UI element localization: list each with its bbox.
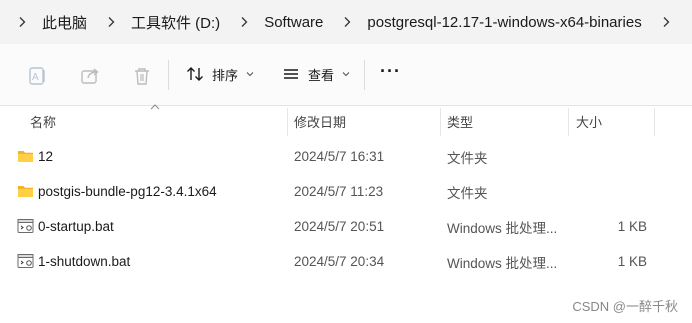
folder-icon bbox=[18, 151, 33, 162]
column-header-name[interactable]: 名称 bbox=[30, 106, 56, 136]
view-label: 查看 bbox=[308, 67, 335, 83]
file-name: 12 bbox=[38, 149, 54, 164]
view-list-icon bbox=[284, 69, 298, 79]
chevron-right-icon[interactable] bbox=[16, 16, 28, 28]
chevron-right-icon[interactable] bbox=[341, 16, 353, 28]
toolbar-separator bbox=[364, 60, 365, 90]
chevron-right-icon[interactable] bbox=[105, 16, 117, 28]
sort-icon bbox=[187, 67, 203, 81]
rename-icon[interactable]: A bbox=[27, 65, 49, 87]
breadcrumb-item-software[interactable]: Software bbox=[264, 14, 323, 31]
batch-file-icon bbox=[17, 254, 34, 268]
file-size: 1 KB bbox=[617, 219, 647, 234]
share-icon[interactable] bbox=[79, 65, 101, 87]
file-name: 0-startup.bat bbox=[38, 219, 114, 234]
file-date: 2024/5/7 20:34 bbox=[294, 254, 385, 269]
file-type: 文件夹 bbox=[447, 185, 488, 201]
column-divider[interactable] bbox=[440, 108, 441, 136]
file-row[interactable]: 0-startup.bat 2024/5/7 20:51 Windows 批处理… bbox=[0, 209, 692, 244]
file-row[interactable]: postgis-bundle-pg12-3.4.1x64 2024/5/7 11… bbox=[0, 174, 692, 209]
file-row[interactable]: 1-shutdown.bat 2024/5/7 20:34 Windows 批处… bbox=[0, 244, 692, 279]
breadcrumb-item-this-pc[interactable]: 此电脑 bbox=[42, 12, 87, 33]
breadcrumb: 此电脑 工具软件 (D:) Software postgresql-12.17-… bbox=[0, 0, 692, 44]
column-divider[interactable] bbox=[287, 108, 288, 136]
file-type: 文件夹 bbox=[447, 150, 488, 166]
file-type: Windows 批处理... bbox=[447, 220, 558, 236]
file-name: 1-shutdown.bat bbox=[38, 254, 131, 269]
column-divider[interactable] bbox=[654, 108, 655, 136]
sort-ascending-icon bbox=[150, 104, 160, 110]
delete-icon[interactable] bbox=[131, 65, 153, 87]
column-divider[interactable] bbox=[568, 108, 569, 136]
sort-button[interactable]: 排序 bbox=[185, 64, 254, 84]
file-row[interactable]: 12 2024/5/7 16:31 文件夹 bbox=[0, 139, 692, 174]
column-header-size[interactable]: 大小 bbox=[576, 106, 602, 136]
file-date: 2024/5/7 20:51 bbox=[294, 219, 385, 234]
file-size: 1 KB bbox=[617, 254, 647, 269]
chevron-right-icon[interactable] bbox=[660, 16, 672, 28]
breadcrumb-item-drive-d[interactable]: 工具软件 (D:) bbox=[131, 12, 220, 33]
watermark: CSDN @一醉千秋 bbox=[572, 299, 678, 314]
file-date: 2024/5/7 11:23 bbox=[294, 184, 384, 199]
batch-file-icon bbox=[17, 219, 34, 233]
breadcrumb-item-postgresql[interactable]: postgresql-12.17-1-windows-x64-binaries bbox=[367, 14, 641, 31]
file-type: Windows 批处理... bbox=[447, 255, 558, 271]
folder-icon bbox=[18, 186, 33, 197]
sort-label: 排序 bbox=[212, 67, 239, 83]
chevron-down-icon bbox=[246, 72, 254, 77]
svg-text:A: A bbox=[32, 72, 39, 83]
chevron-right-icon[interactable] bbox=[238, 16, 250, 28]
column-header-date[interactable]: 修改日期 bbox=[294, 106, 346, 136]
file-name: postgis-bundle-pg12-3.4.1x64 bbox=[38, 184, 217, 199]
toolbar-separator bbox=[168, 60, 169, 90]
more-options-button[interactable]: ··· bbox=[380, 61, 401, 82]
file-date: 2024/5/7 16:31 bbox=[294, 149, 385, 164]
column-header-type[interactable]: 类型 bbox=[447, 106, 473, 136]
chevron-down-icon bbox=[342, 72, 350, 77]
view-button[interactable]: 查看 bbox=[281, 64, 350, 84]
toolbar: A 排序 查看 ··· bbox=[0, 44, 692, 106]
